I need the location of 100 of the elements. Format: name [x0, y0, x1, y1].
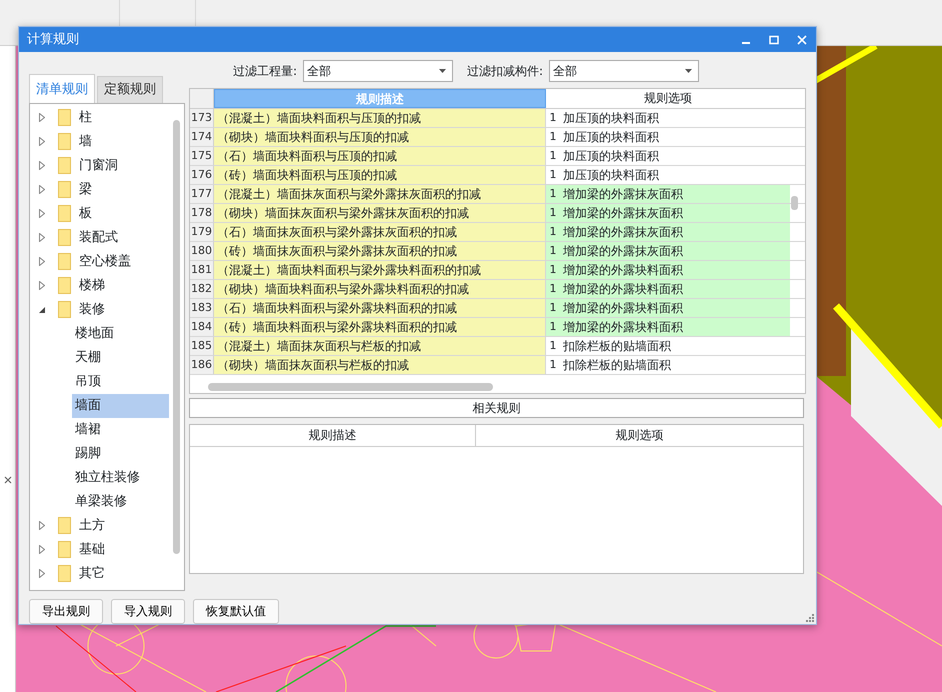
- tree-item[interactable]: 装配式: [79, 228, 118, 248]
- tree-item[interactable]: 其它: [79, 564, 105, 584]
- folder-icon: [58, 205, 71, 222]
- tree-item[interactable]: 墙裙: [72, 418, 169, 442]
- tree-item[interactable]: 空心楼盖: [79, 252, 131, 272]
- scrollbar-thumb[interactable]: [208, 383, 493, 391]
- row-number: 176: [190, 166, 214, 184]
- tree-item[interactable]: 板: [79, 204, 92, 224]
- tree-item[interactable]: 吊顶: [72, 370, 169, 394]
- expand-arrow-icon[interactable]: [39, 569, 45, 578]
- folder-icon: [58, 133, 71, 150]
- folder-icon: [58, 181, 71, 198]
- tree-item[interactable]: 天棚: [72, 346, 169, 370]
- table-cell: （砌块）墙面块料面积与梁外露块料面积的扣减: [214, 280, 546, 298]
- tree-item[interactable]: 墙: [79, 132, 92, 152]
- filter-dropdown[interactable]: 全部: [303, 60, 454, 82]
- expand-arrow-icon[interactable]: [39, 257, 45, 266]
- related-rules-header: 相关规则: [189, 398, 804, 418]
- row-number: 177: [190, 185, 214, 203]
- expand-arrow-icon[interactable]: [39, 137, 45, 146]
- table-cell: 1 增加梁的外露块料面积: [546, 299, 790, 317]
- table-cell: 1 增加梁的外露块料面积: [546, 280, 790, 298]
- tree-item[interactable]: 墙面: [72, 394, 169, 418]
- column-header[interactable]: 规则描述: [190, 425, 476, 446]
- expand-arrow-icon[interactable]: [39, 161, 45, 170]
- tree-item[interactable]: 基础: [79, 540, 105, 560]
- folder-icon: [58, 565, 71, 582]
- table-cell: （混凝土）墙面块料面积与梁外露块料面积的扣减: [214, 261, 546, 279]
- column-header[interactable]: 规则选项: [476, 425, 803, 446]
- row-number: 178: [190, 204, 214, 222]
- row-number: 174: [190, 128, 214, 146]
- close-icon: [797, 34, 807, 44]
- resize-grip-icon[interactable]: [806, 614, 814, 622]
- table-cell: （混凝土）墙面块料面积与压顶的扣减: [214, 109, 546, 127]
- expand-arrow-icon[interactable]: [39, 185, 45, 194]
- tree-item[interactable]: 门窗洞: [79, 156, 118, 176]
- row-number: 180: [190, 242, 214, 260]
- folder-icon: [58, 301, 71, 318]
- column-header[interactable]: 规则选项: [546, 89, 790, 108]
- table-cell: （砖）墙面抹灰面积与梁外露抹灰面积的扣减: [214, 242, 546, 260]
- action-button[interactable]: 导入规则: [111, 598, 185, 624]
- row-number: 173: [190, 109, 214, 127]
- row-number: 182: [190, 280, 214, 298]
- table-cell: （石）墙面抹灰面积与梁外露抹灰面积的扣减: [214, 223, 546, 241]
- close-icon[interactable]: [4, 476, 12, 484]
- row-number: 185: [190, 337, 214, 355]
- table-cell-text: 1 加压顶的块料面积: [548, 148, 660, 165]
- expand-arrow-icon[interactable]: [39, 545, 45, 554]
- scrollbar-thumb[interactable]: [791, 196, 798, 210]
- table-cell: （砌块）墙面抹灰面积与梁外露抹灰面积的扣减: [214, 204, 546, 222]
- caret-icon: [685, 69, 692, 73]
- action-button[interactable]: 导出规则: [29, 598, 103, 624]
- tab[interactable]: 清单规则: [29, 74, 95, 102]
- filter-dropdown[interactable]: 全部: [549, 60, 700, 82]
- folder-icon: [58, 517, 71, 534]
- scrollbar-thumb[interactable]: [173, 120, 180, 554]
- filter-label: 过滤扣减构件:: [467, 63, 544, 80]
- table-cell: 1 增加梁的外露抹灰面积: [546, 242, 790, 260]
- row-number: 186: [190, 356, 214, 374]
- expand-arrow-icon[interactable]: [39, 209, 45, 218]
- action-button[interactable]: 恢复默认值: [193, 598, 279, 624]
- tree-item[interactable]: 梁: [79, 180, 92, 200]
- tree-item[interactable]: 土方: [79, 516, 105, 536]
- table-cell-text: 1 扣除栏板的贴墙面积: [548, 338, 672, 355]
- tree-item[interactable]: 楼地面: [72, 322, 169, 346]
- expand-arrow-icon[interactable]: [39, 521, 45, 530]
- table-cell-text: 1 扣除栏板的贴墙面积: [548, 357, 672, 374]
- table-cell: 1 增加梁的外露块料面积: [546, 318, 790, 336]
- folder-icon: [58, 109, 71, 126]
- row-number: 184: [190, 318, 214, 336]
- tree-item[interactable]: 单梁装修: [72, 490, 169, 514]
- tab[interactable]: 定额规则: [97, 76, 163, 102]
- minimize-icon: [742, 42, 750, 44]
- table-cell-text: 1 加压顶的块料面积: [548, 129, 660, 146]
- row-number: 181: [190, 261, 214, 279]
- tree-item[interactable]: 踢脚: [72, 442, 169, 466]
- folder-icon: [58, 229, 71, 246]
- tree-item[interactable]: 独立柱装修: [72, 466, 169, 490]
- table-cell: 1 增加梁的外露抹灰面积: [546, 204, 790, 222]
- table-cell: （石）墙面块料面积与压顶的扣减: [214, 147, 546, 165]
- expand-arrow-icon[interactable]: [39, 113, 45, 122]
- table-cell: （石）墙面块料面积与梁外露块料面积的扣减: [214, 299, 546, 317]
- table-cell: 1 增加梁的外露抹灰面积: [546, 223, 790, 241]
- table-cell-text: 1 加压顶的块料面积: [548, 167, 660, 184]
- table-cell: 1 增加梁的外露抹灰面积: [546, 185, 790, 203]
- tree-item[interactable]: 楼梯: [79, 276, 105, 296]
- expand-arrow-icon[interactable]: [39, 281, 45, 290]
- folder-icon: [58, 277, 71, 294]
- tree-item[interactable]: 装修: [79, 300, 105, 320]
- caret-icon: [439, 69, 446, 73]
- folder-icon: [58, 253, 71, 270]
- maximize-icon: [769, 34, 779, 44]
- row-number: 175: [190, 147, 214, 165]
- row-number: 183: [190, 299, 214, 317]
- table-cell: （砖）墙面块料面积与梁外露块料面积的扣减: [214, 318, 546, 336]
- tree-item[interactable]: 柱: [79, 108, 92, 128]
- collapse-arrow-icon[interactable]: [39, 306, 45, 312]
- expand-arrow-icon[interactable]: [39, 233, 45, 242]
- table-cell: （砖）墙面块料面积与压顶的扣减: [214, 166, 546, 184]
- filter-label: 过滤工程量:: [233, 63, 298, 80]
